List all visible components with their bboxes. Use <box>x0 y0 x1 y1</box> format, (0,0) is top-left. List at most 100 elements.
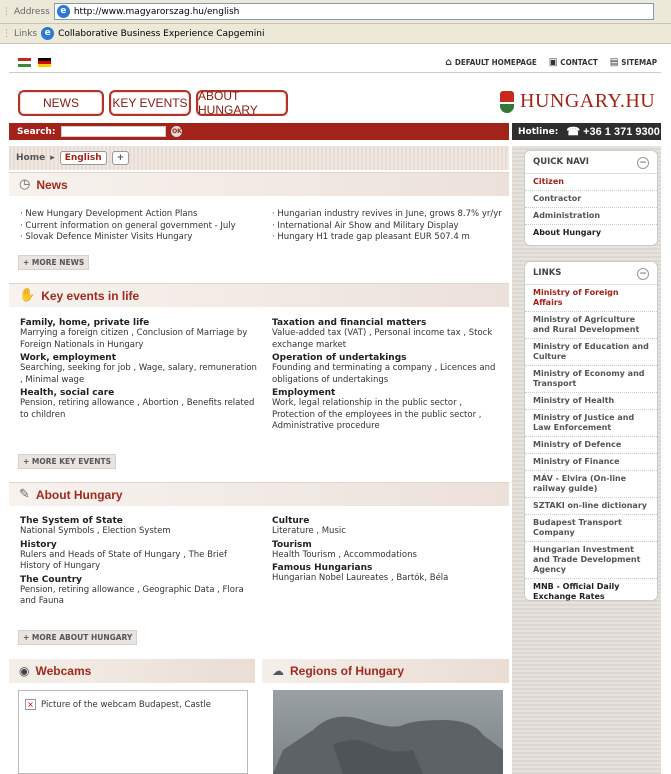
collapse-icon[interactable]: − <box>637 157 649 169</box>
event-heading[interactable]: Operation of undertakings <box>272 353 506 363</box>
about-heading[interactable]: The Country <box>20 575 256 585</box>
event-heading[interactable]: Employment <box>272 388 506 398</box>
address-label: Address <box>14 6 50 17</box>
site-logo[interactable]: HUNGARY.HU <box>500 90 655 113</box>
breadcrumb-plus-button[interactable]: + <box>111 151 130 165</box>
about-links[interactable]: National Symbols , Election System <box>20 526 256 538</box>
about-links[interactable]: Hungarian Nobel Laureates , Bartók, Béla <box>272 573 506 585</box>
link-item[interactable]: Ministry of Justice and Law Enforcement <box>525 410 657 437</box>
event-links[interactable]: Marrying a foreign citizen , Conclusion … <box>20 328 258 351</box>
news-item[interactable]: · New Hungary Development Action Plans <box>20 209 260 221</box>
link-item[interactable]: MÁV - Elvira (On-line railway guide) <box>525 471 657 498</box>
tab-key-events[interactable]: KEY EVENTS <box>109 90 191 116</box>
about-heading[interactable]: Culture <box>272 516 506 526</box>
quicknavi-item-administration[interactable]: Administration <box>525 208 657 225</box>
about-links[interactable]: Literature , Music <box>272 526 506 538</box>
events-right: Taxation and financial matters Value-add… <box>272 316 506 433</box>
events-left: Family, home, private life Marrying a fo… <box>20 316 258 421</box>
webcams-header: ◉ Webcams <box>9 659 255 683</box>
sitemap-icon: ▤ <box>609 57 619 68</box>
event-heading[interactable]: Work, employment <box>20 353 258 363</box>
map-icon: ✎ <box>19 487 30 502</box>
regions-header: ☁ Regions of Hungary <box>262 659 509 683</box>
news-item[interactable]: · Slovak Defence Minister Visits Hungary <box>20 232 260 244</box>
about-header: ✎ About Hungary <box>9 482 509 506</box>
links-box: LINKS − Ministry of Foreign Affairs Minis… <box>524 261 658 601</box>
event-heading[interactable]: Taxation and financial matters <box>272 318 506 328</box>
link-item[interactable]: Ministry of Finance <box>525 454 657 471</box>
event-heading[interactable]: Health, social care <box>20 388 258 398</box>
link-item[interactable]: Hungarian Investment and Trade Developme… <box>525 542 657 579</box>
toolbar-grip: ⋮ <box>2 6 11 17</box>
link-item[interactable]: MNB - Official Daily Exchange Rates <box>525 579 657 605</box>
more-news-button[interactable]: + MORE NEWS <box>18 255 90 270</box>
links-title: LINKS <box>533 268 562 278</box>
news-header: ◷ News <box>9 172 509 196</box>
news-item[interactable]: · Hungary H1 trade gap pleasant EUR 507.… <box>272 232 508 244</box>
webcam-image[interactable]: × Picture of the webcam Budapest, Castle <box>18 690 248 774</box>
url-input[interactable]: e http://www.magyarorszag.hu/english <box>53 3 654 20</box>
about-heading[interactable]: History <box>20 540 256 550</box>
regions-map[interactable] <box>273 690 503 774</box>
language-select[interactable]: English <box>59 151 107 165</box>
url-text: http://www.magyarorszag.hu/english <box>73 6 240 17</box>
event-heading[interactable]: Family, home, private life <box>20 318 258 328</box>
search-input[interactable] <box>61 126 167 137</box>
link-item[interactable]: Ministry of Foreign Affairs <box>525 285 657 312</box>
about-heading[interactable]: Famous Hungarians <box>272 563 506 573</box>
about-links[interactable]: Health Tourism , Accommodations <box>272 550 506 562</box>
more-key-events-button[interactable]: + MORE KEY EVENTS <box>18 454 117 469</box>
event-links[interactable]: Value-added tax (VAT) , Personal income … <box>272 328 506 351</box>
breadcrumb-home[interactable]: Home <box>16 153 45 163</box>
coat-of-arms-icon <box>500 90 514 113</box>
german-flag-icon[interactable] <box>38 58 51 67</box>
logo-text: HUNGARY.HU <box>520 90 656 112</box>
news-item[interactable]: · Current information on general governm… <box>20 221 260 233</box>
tab-news[interactable]: NEWS <box>18 90 104 116</box>
news-left-list: · New Hungary Development Action Plans ·… <box>20 209 260 244</box>
events-title: Key events in life <box>41 288 140 303</box>
link-item[interactable]: Ministry of Education and Culture <box>525 339 657 366</box>
home-icon: ⌂ <box>445 57 452 68</box>
news-item[interactable]: · Hungarian industry revives in June, gr… <box>272 209 508 221</box>
links-item[interactable]: Collaborative Business Experience Capgem… <box>58 29 264 39</box>
webcam-alt-text: Picture of the webcam Budapest, Castle <box>41 699 212 710</box>
ie-link-icon: e <box>41 27 55 40</box>
util-divider <box>9 72 661 73</box>
tab-about-hungary[interactable]: ABOUT HUNGARY <box>196 89 288 117</box>
utility-links: ⌂ DEFAULT HOMEPAGE ▣ CONTACT ▤ SITEMAP <box>445 57 657 68</box>
more-about-hungary-button[interactable]: + MORE ABOUT HUNGARY <box>18 630 138 645</box>
about-links[interactable]: Rulers and Heads of State of Hungary , T… <box>20 550 256 573</box>
link-item[interactable]: Ministry of Economy and Transport <box>525 366 657 393</box>
sitemap-link[interactable]: ▤ SITEMAP <box>610 57 657 68</box>
link-item[interactable]: Budapest Transport Company <box>525 515 657 542</box>
quicknavi-item-about-hungary[interactable]: About Hungary <box>525 225 657 241</box>
event-links[interactable]: Pension, retiring allowance , Abortion ,… <box>20 398 258 421</box>
contact-link[interactable]: ▣ CONTACT <box>549 57 598 68</box>
news-item[interactable]: · International Air Show and Military Di… <box>272 221 508 233</box>
clock-icon: ◷ <box>19 177 31 192</box>
event-links[interactable]: Searching, seeking for job , Wage, salar… <box>20 363 258 386</box>
about-links[interactable]: Pension, retiring allowance , Geographic… <box>20 585 256 608</box>
link-item[interactable]: Ministry of Agriculture and Rural Develo… <box>525 312 657 339</box>
about-right: Culture Literature , Music Tourism Healt… <box>272 514 506 585</box>
quicknavi-item-contractor[interactable]: Contractor <box>525 191 657 208</box>
default-homepage-link[interactable]: ⌂ DEFAULT HOMEPAGE <box>445 57 536 68</box>
about-heading[interactable]: Tourism <box>272 540 506 550</box>
event-links[interactable]: Work, legal relationship in the public s… <box>272 398 506 433</box>
hotline-label: Hotline: <box>518 126 559 137</box>
link-item[interactable]: Ministry of Defence <box>525 437 657 454</box>
webcam-icon: ◉ <box>19 664 30 678</box>
quick-navi-box: QUICK NAVI − Citizen Contractor Administr… <box>524 150 658 246</box>
search-label: Search: <box>17 126 56 137</box>
quicknavi-item-citizen[interactable]: Citizen <box>525 174 657 191</box>
about-heading[interactable]: The System of State <box>20 516 256 526</box>
link-item[interactable]: SZTAKI on-line dictionary <box>525 498 657 515</box>
hungarian-flag-icon[interactable] <box>18 58 31 67</box>
collapse-icon[interactable]: − <box>637 268 649 280</box>
hotline: Hotline: ☎ +36 1 371 9300 <box>512 123 661 140</box>
search-bar: Search: OK <box>9 123 509 140</box>
link-item[interactable]: Ministry of Health <box>525 393 657 410</box>
search-go-button[interactable]: OK <box>171 126 183 137</box>
event-links[interactable]: Founding and terminating a company , Lic… <box>272 363 506 386</box>
